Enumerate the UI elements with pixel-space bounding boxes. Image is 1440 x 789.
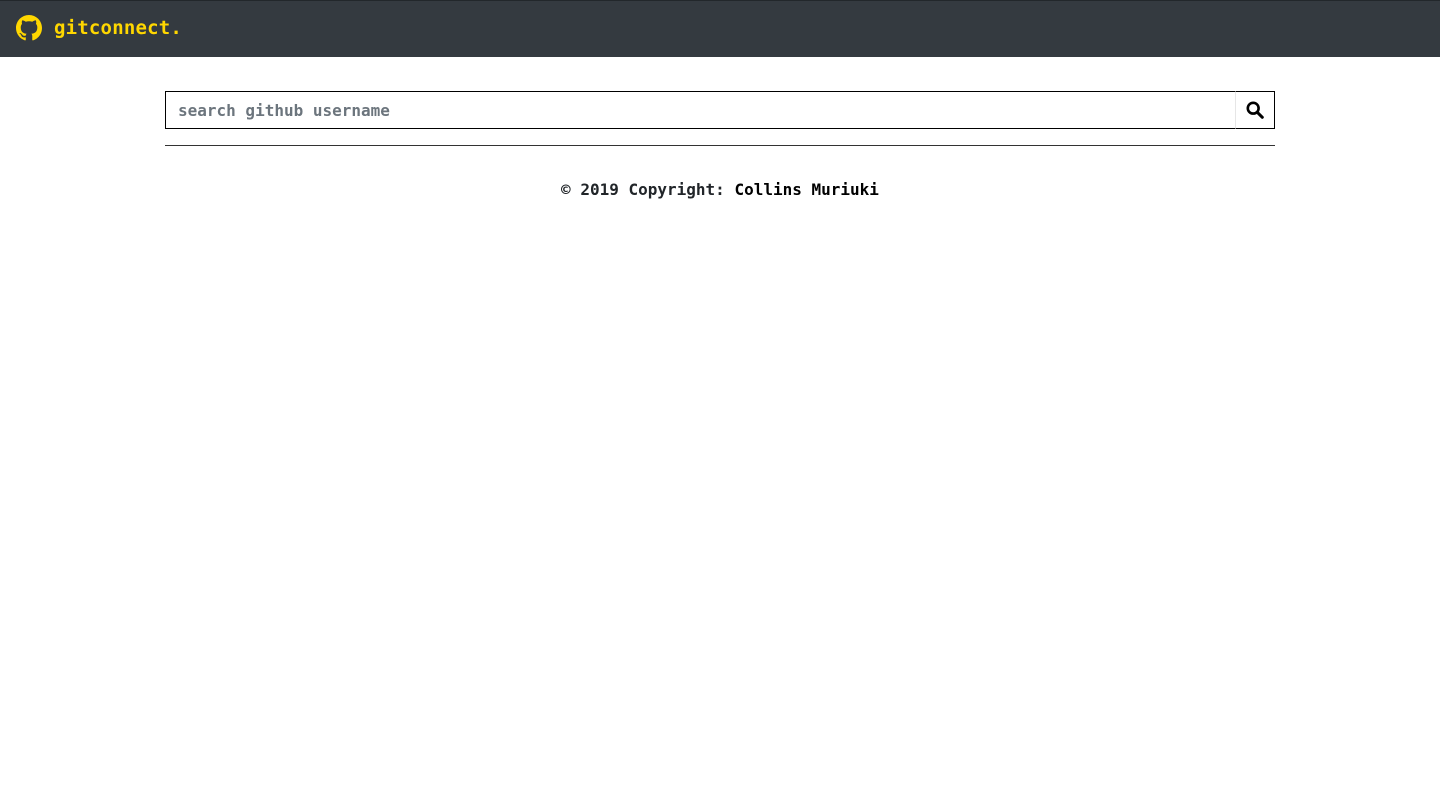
search-button[interactable]	[1235, 91, 1275, 129]
author-link[interactable]: Collins Muriuki	[734, 180, 879, 199]
copyright-text: © 2019 Copyright:	[561, 180, 735, 199]
divider	[165, 145, 1275, 146]
brand-name: gitconnect.	[54, 17, 183, 39]
navbar: gitconnect.	[0, 0, 1440, 57]
search-form	[165, 91, 1275, 129]
brand-link[interactable]: gitconnect.	[16, 15, 182, 41]
footer: © 2019 Copyright: Collins Muriuki	[0, 178, 1440, 202]
github-icon	[16, 15, 42, 41]
search-input[interactable]	[165, 91, 1235, 129]
search-icon	[1246, 101, 1264, 119]
